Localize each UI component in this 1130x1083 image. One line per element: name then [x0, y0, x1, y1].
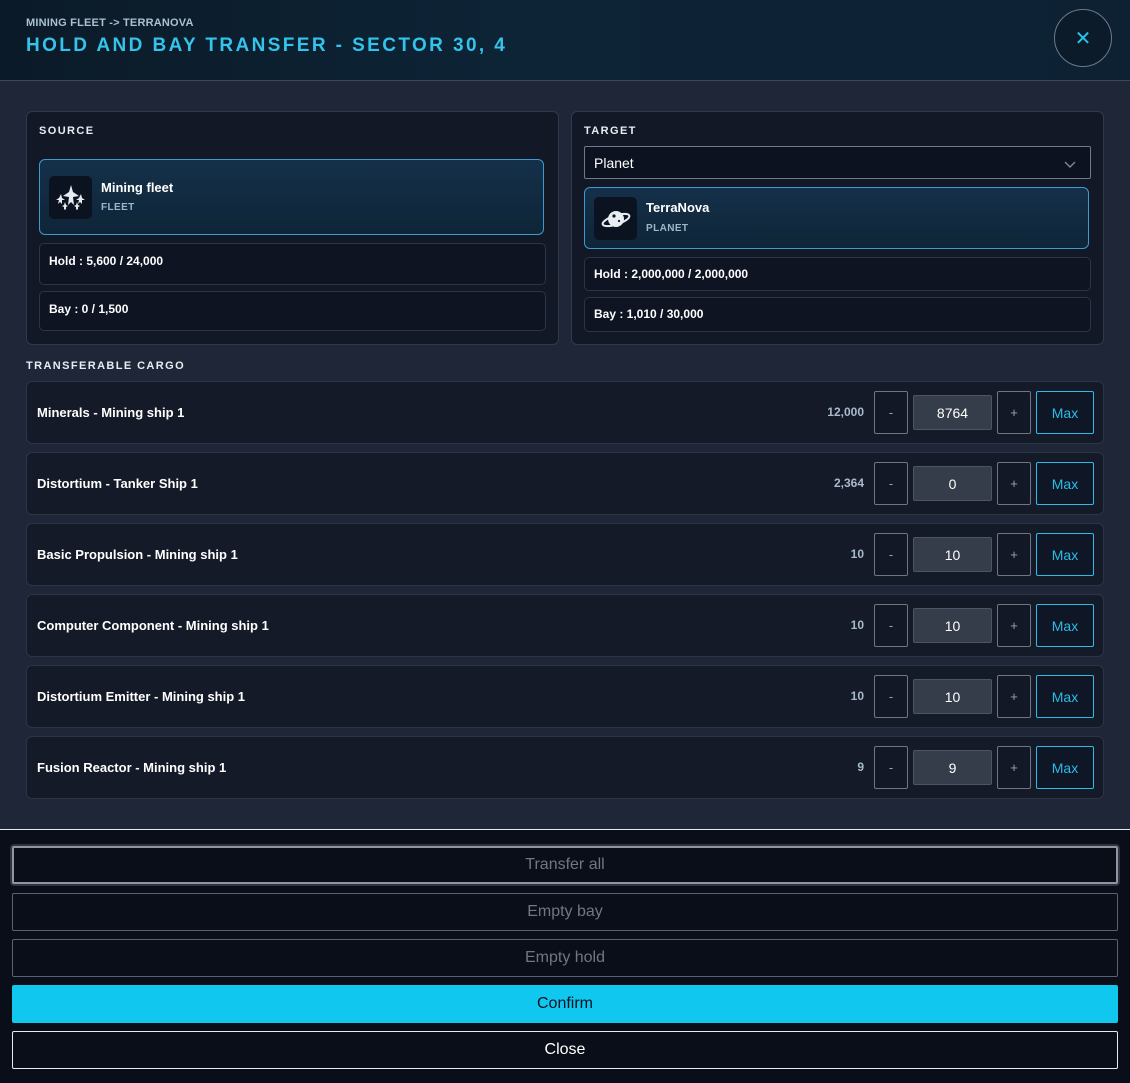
quantity-input[interactable]	[913, 608, 992, 643]
target-entity-card[interactable]: TerraNova PLANET	[584, 187, 1089, 249]
target-entity-name: TerraNova	[646, 200, 710, 215]
close-icon-button[interactable]: ✕	[1054, 9, 1112, 67]
cargo-available: 10	[850, 618, 864, 632]
confirm-button[interactable]: Confirm	[12, 985, 1118, 1023]
breadcrumb: MINING FLEET -> TERRANOVA	[26, 17, 194, 29]
increment-button[interactable]: +	[997, 533, 1031, 576]
transfer-all-button[interactable]: Transfer all	[12, 846, 1118, 884]
close-icon: ✕	[1074, 27, 1092, 50]
cargo-available: 12,000	[827, 405, 864, 419]
target-bay-capacity: Bay : 1,010 / 30,000	[584, 297, 1091, 332]
source-entity-name: Mining fleet	[101, 180, 174, 195]
max-button[interactable]: Max	[1036, 533, 1094, 576]
quantity-input[interactable]	[913, 750, 992, 785]
cargo-row: Minerals - Mining ship 1 12,000 - + Max	[26, 381, 1104, 444]
cargo-available: 10	[850, 547, 864, 561]
decrement-button[interactable]: -	[874, 462, 908, 505]
chevron-down-icon	[1064, 156, 1076, 172]
target-title: TARGET	[584, 125, 637, 137]
target-type-select[interactable]: Planet	[584, 146, 1091, 179]
cargo-available: 10	[850, 689, 864, 703]
decrement-button[interactable]: -	[874, 533, 908, 576]
target-panel: TARGET Planet TerraNova PLANET Hold : 2,…	[571, 111, 1104, 345]
target-entity-type: PLANET	[646, 223, 689, 234]
max-button[interactable]: Max	[1036, 746, 1094, 789]
empty-bay-button[interactable]: Empty bay	[12, 893, 1118, 931]
decrement-button[interactable]: -	[874, 675, 908, 718]
max-button[interactable]: Max	[1036, 675, 1094, 718]
close-button[interactable]: Close	[12, 1031, 1118, 1069]
cargo-row: Fusion Reactor - Mining ship 1 9 - + Max	[26, 736, 1104, 799]
cargo-available: 9	[857, 760, 864, 774]
modal-header: MINING FLEET -> TERRANOVA HOLD AND BAY T…	[0, 0, 1130, 81]
planet-icon	[594, 197, 637, 240]
target-select-value: Planet	[594, 155, 634, 171]
source-entity-type: FLEET	[101, 202, 135, 213]
cargo-name: Distortium Emitter - Mining ship 1	[37, 689, 246, 704]
page-title: HOLD AND BAY TRANSFER - SECTOR 30, 4	[26, 35, 508, 56]
quantity-input[interactable]	[913, 537, 992, 572]
cargo-row: Distortium - Tanker Ship 1 2,364 - + Max	[26, 452, 1104, 515]
source-panel: SOURCE Mining fleet FLEET Hold : 5,600 /…	[26, 111, 559, 345]
source-title: SOURCE	[39, 125, 95, 137]
cargo-name: Minerals - Mining ship 1	[37, 405, 185, 420]
cargo-row: Computer Component - Mining ship 1 10 - …	[26, 594, 1104, 657]
cargo-row: Basic Propulsion - Mining ship 1 10 - + …	[26, 523, 1104, 586]
increment-button[interactable]: +	[997, 462, 1031, 505]
cargo-row: Distortium Emitter - Mining ship 1 10 - …	[26, 665, 1104, 728]
cargo-available: 2,364	[833, 476, 864, 490]
action-footer: Transfer all Empty bay Empty hold Confir…	[0, 829, 1130, 1083]
source-bay-capacity: Bay : 0 / 1,500	[39, 291, 546, 331]
decrement-button[interactable]: -	[874, 604, 908, 647]
increment-button[interactable]: +	[997, 675, 1031, 718]
max-button[interactable]: Max	[1036, 462, 1094, 505]
quantity-input[interactable]	[913, 679, 992, 714]
source-hold-capacity: Hold : 5,600 / 24,000	[39, 243, 546, 285]
fleet-icon	[49, 176, 92, 219]
cargo-name: Basic Propulsion - Mining ship 1	[37, 547, 238, 562]
target-hold-capacity: Hold : 2,000,000 / 2,000,000	[584, 257, 1091, 291]
transferable-cargo-title: TRANSFERABLE CARGO	[26, 360, 186, 372]
empty-hold-button[interactable]: Empty hold	[12, 939, 1118, 977]
quantity-input[interactable]	[913, 466, 992, 501]
increment-button[interactable]: +	[997, 391, 1031, 434]
quantity-input[interactable]	[913, 395, 992, 430]
cargo-name: Distortium - Tanker Ship 1	[37, 476, 198, 491]
cargo-name: Computer Component - Mining ship 1	[37, 618, 269, 633]
decrement-button[interactable]: -	[874, 746, 908, 789]
increment-button[interactable]: +	[997, 604, 1031, 647]
cargo-name: Fusion Reactor - Mining ship 1	[37, 760, 227, 775]
max-button[interactable]: Max	[1036, 391, 1094, 434]
max-button[interactable]: Max	[1036, 604, 1094, 647]
increment-button[interactable]: +	[997, 746, 1031, 789]
source-entity-card[interactable]: Mining fleet FLEET	[39, 159, 544, 235]
decrement-button[interactable]: -	[874, 391, 908, 434]
